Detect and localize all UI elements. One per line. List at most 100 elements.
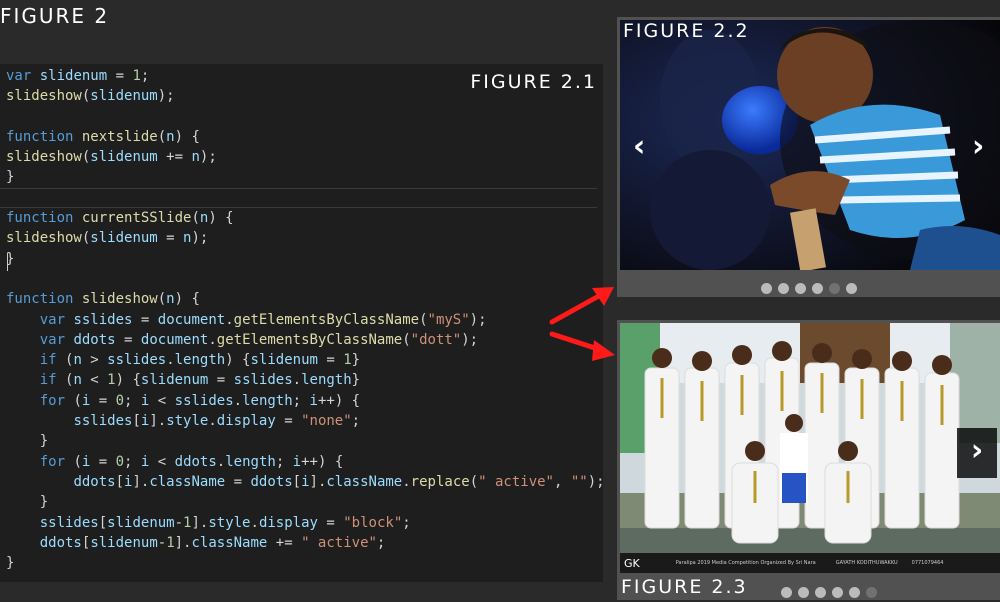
code-token: < xyxy=(149,453,175,470)
slide-dot[interactable] xyxy=(794,283,806,294)
code-token: } xyxy=(351,352,361,369)
code-token: sslides xyxy=(73,311,133,328)
code-token: ; xyxy=(402,514,411,531)
code-token: ; xyxy=(124,392,141,409)
code-token: slideshow xyxy=(6,230,82,247)
code-token: i xyxy=(309,392,318,409)
code-token: slideshow xyxy=(6,149,82,166)
slide-dot[interactable] xyxy=(848,587,860,598)
code-line: var sslides = document.getElementsByClas… xyxy=(0,310,603,330)
code-token: var xyxy=(6,68,32,84)
code-line: function currentSSlide(n) { xyxy=(0,208,603,228)
banner-text-left: Paralipa 2019 Media Competition Organize… xyxy=(675,560,816,566)
next-slide-button[interactable]: › xyxy=(972,129,984,164)
code-token: ddots xyxy=(73,331,116,348)
code-token: += xyxy=(157,149,192,166)
code-line: sslides[slidenum-1].style.display = "blo… xyxy=(0,513,603,533)
code-token: ddots xyxy=(250,473,293,490)
code-line: function nextslide(n) { xyxy=(0,127,603,147)
next-slide-button[interactable]: › xyxy=(957,428,997,478)
code-token: } xyxy=(6,169,15,186)
code-token: . xyxy=(208,413,217,430)
code-token: document xyxy=(157,311,226,328)
code-token: ) { xyxy=(208,210,234,227)
code-line: slideshow(slidenum); xyxy=(0,86,603,106)
code-line: function slideshow(n) { xyxy=(0,289,603,309)
code-token: ( xyxy=(469,473,479,490)
slide-dot[interactable] xyxy=(780,587,792,598)
code-token: ); xyxy=(461,331,479,348)
code-token: i xyxy=(292,453,302,470)
slide-dot[interactable] xyxy=(811,283,823,294)
code-token: 0 xyxy=(115,392,125,409)
slide-dot[interactable] xyxy=(814,587,826,598)
code-token: [ xyxy=(115,473,125,490)
code-token: ]. xyxy=(191,514,209,531)
code-lines: var slidenum = 1; slideshow(slidenum); fu… xyxy=(0,66,603,573)
code-token: currentSSlide xyxy=(81,210,192,227)
code-token: ddots xyxy=(39,534,82,551)
code-token: - xyxy=(174,514,184,531)
code-line: var ddots = document.getElementsByClassN… xyxy=(0,330,603,350)
code-token: . xyxy=(166,352,175,369)
prev-slide-button[interactable]: ‹ xyxy=(633,129,645,164)
code-token: = xyxy=(132,311,158,328)
code-line: } xyxy=(0,492,603,512)
code-token: > xyxy=(81,352,108,369)
code-line: } xyxy=(0,167,603,187)
code-token: 1 xyxy=(166,534,175,551)
code-token: ( xyxy=(65,392,82,409)
code-token: = xyxy=(90,392,116,409)
slide-photo-group: GK Paralipa 2019 Media Competition Organ… xyxy=(620,323,1000,573)
code-token: = xyxy=(157,230,184,247)
code-token: ; xyxy=(140,68,150,84)
figure-2-2-label: FIGURE 2.2 xyxy=(623,20,750,42)
code-token: += xyxy=(267,534,302,551)
code-token: ) { xyxy=(174,128,200,145)
code-token: = xyxy=(317,352,344,369)
slide-dot[interactable] xyxy=(777,283,789,294)
slide-dot[interactable] xyxy=(831,587,843,598)
code-token: sslides xyxy=(107,352,167,369)
code-token: } xyxy=(6,555,15,572)
slide-dot[interactable] xyxy=(828,283,840,294)
code-token: ( xyxy=(56,372,74,389)
code-token: style xyxy=(208,514,251,531)
code-token: ; xyxy=(351,413,361,430)
code-token: length xyxy=(242,392,293,409)
slide-dot[interactable] xyxy=(845,283,857,294)
code-token: getElementsByClassName xyxy=(233,311,420,328)
code-token: = xyxy=(208,372,234,389)
code-token: 1 xyxy=(107,372,116,389)
code-token: [ xyxy=(132,413,141,430)
banner-text-mid: GAYATH KODITHUWAKKU xyxy=(835,560,898,566)
code-token: , xyxy=(553,473,571,490)
slideshow-2: GK Paralipa 2019 Media Competition Organ… xyxy=(617,320,1000,600)
slide-dot[interactable] xyxy=(865,587,877,598)
code-line: ddots[slidenum-1].className += " active"… xyxy=(0,533,603,553)
code-token: className xyxy=(326,473,403,490)
code-token: length xyxy=(225,453,276,470)
code-editor[interactable]: FIGURE 2.1 var slidenum = 1; slideshow(sl… xyxy=(0,64,603,582)
code-token: = xyxy=(225,473,251,490)
code-line: for (i = 0; i < ddots.length; i++) { xyxy=(0,452,603,472)
slide-dot[interactable] xyxy=(797,587,809,598)
code-token: ( xyxy=(419,311,428,328)
code-token: n xyxy=(166,291,175,308)
code-token: ]. xyxy=(149,413,167,430)
slide-dot[interactable] xyxy=(760,283,772,294)
code-token: "none" xyxy=(301,413,352,430)
code-token: ++) { xyxy=(317,392,361,409)
slide-dots xyxy=(617,279,1000,298)
code-token: sslides xyxy=(233,372,293,389)
code-token: length xyxy=(174,352,226,369)
code-token: ); xyxy=(469,311,487,328)
code-token: className xyxy=(149,473,226,490)
code-token: ( xyxy=(191,210,200,227)
